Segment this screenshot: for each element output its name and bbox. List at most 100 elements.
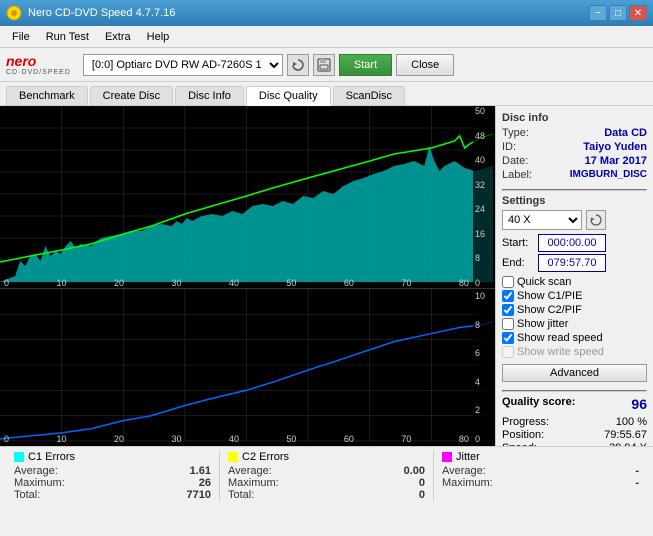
progress-label: Progress: (502, 416, 549, 428)
toolbar: nero CD·DVD/SPEED [0:0] Optiarc DVD RW A… (0, 48, 653, 82)
show-read-speed-checkbox[interactable] (502, 332, 514, 344)
c1-title: C1 Errors (28, 451, 75, 463)
x2-label-70: 70 (401, 434, 411, 444)
x-label-60: 60 (344, 278, 354, 288)
disc-id-label: ID: (502, 141, 516, 153)
show-c2-row: Show C2/PIF (502, 304, 647, 316)
start-button[interactable]: Start (339, 54, 392, 76)
start-time-input[interactable] (538, 234, 606, 252)
bottom-chart-svg (0, 289, 495, 446)
x-label-10: 10 (56, 278, 66, 288)
speed-row: Speed: 39.94 X (502, 442, 647, 446)
settings-title: Settings (502, 195, 647, 207)
menu-file[interactable]: File (4, 29, 38, 45)
y-label-48: 48 (475, 131, 493, 141)
c1-max-label: Maximum: (14, 477, 65, 489)
quick-scan-checkbox[interactable] (502, 276, 514, 288)
show-jitter-label: Show jitter (517, 318, 568, 330)
advanced-button[interactable]: Advanced (502, 364, 647, 382)
y-label-40: 40 (475, 155, 493, 165)
jitter-title: Jitter (456, 451, 480, 463)
show-c1-label: Show C1/PIE (517, 290, 582, 302)
jitter-max-row: Maximum: - (442, 477, 639, 489)
top-chart-svg (0, 106, 495, 288)
disc-date-label: Date: (502, 155, 528, 167)
show-c2-label: Show C2/PIF (517, 304, 582, 316)
chart-area: 50 48 40 32 24 16 8 0 0 10 20 30 40 50 6… (0, 106, 495, 446)
top-chart: 50 48 40 32 24 16 8 0 0 10 20 30 40 50 6… (0, 106, 495, 288)
menu-help[interactable]: Help (139, 29, 178, 45)
drive-select[interactable]: [0:0] Optiarc DVD RW AD-7260S 1.03 (83, 54, 283, 76)
show-read-speed-label: Show read speed (517, 332, 603, 344)
jitter-dot (442, 452, 452, 462)
x2-label-20: 20 (114, 434, 124, 444)
c1-avg-value: 1.61 (190, 465, 211, 477)
show-write-speed-label: Show write speed (517, 346, 604, 358)
c2-total-row: Total: 0 (228, 489, 425, 501)
tab-disc-info[interactable]: Disc Info (175, 86, 244, 105)
tab-benchmark[interactable]: Benchmark (6, 86, 88, 105)
app-icon (6, 5, 22, 21)
c2-avg-value: 0.00 (404, 465, 425, 477)
position-value: 79:55.67 (604, 429, 647, 441)
close-button[interactable]: ✕ (629, 5, 647, 21)
divider2 (502, 390, 647, 392)
x2-label-40: 40 (229, 434, 239, 444)
disc-date-row: Date: 17 Mar 2017 (502, 155, 647, 167)
logo-subtitle: CD·DVD/SPEED (6, 69, 71, 76)
position-label: Position: (502, 429, 544, 441)
c1-errors-group: C1 Errors Average: 1.61 Maximum: 26 Tota… (6, 451, 220, 501)
menu-run-test[interactable]: Run Test (38, 29, 97, 45)
speed-value: 39.94 X (609, 442, 647, 446)
end-time-input[interactable] (538, 254, 606, 272)
tab-scan-disc[interactable]: ScanDisc (333, 86, 405, 105)
c1-avg-row: Average: 1.61 (14, 465, 211, 477)
speed-select[interactable]: 40 X (502, 210, 582, 230)
show-write-speed-checkbox[interactable] (502, 346, 514, 358)
jitter-group: Jitter Average: - Maximum: - (434, 451, 647, 501)
c1-max-value: 26 (199, 477, 211, 489)
c2-header: C2 Errors (228, 451, 425, 463)
bottom-chart: 10 8 6 4 2 0 0 10 20 30 40 50 60 70 80 (0, 288, 495, 446)
show-c1-checkbox[interactable] (502, 290, 514, 302)
jitter-avg-label: Average: (442, 465, 486, 477)
show-read-speed-row: Show read speed (502, 332, 647, 344)
end-time-row: End: (502, 254, 647, 272)
progress-value: 100 % (616, 416, 647, 428)
show-c2-checkbox[interactable] (502, 304, 514, 316)
title-bar: Nero CD-DVD Speed 4.7.7.16 − □ ✕ (0, 0, 653, 26)
c2-dot (228, 452, 238, 462)
maximize-button[interactable]: □ (609, 5, 627, 21)
show-jitter-checkbox[interactable] (502, 318, 514, 330)
minimize-button[interactable]: − (589, 5, 607, 21)
speed-reset-icon[interactable] (586, 210, 606, 230)
tab-disc-quality[interactable]: Disc Quality (246, 86, 331, 106)
c1-avg-label: Average: (14, 465, 58, 477)
c2-avg-label: Average: (228, 465, 272, 477)
menu-extra[interactable]: Extra (97, 29, 139, 45)
c1-max-row: Maximum: 26 (14, 477, 211, 489)
disc-type-label: Type: (502, 127, 529, 139)
disc-type-row: Type: Data CD (502, 127, 647, 139)
save-icon[interactable] (313, 54, 335, 76)
refresh-icon[interactable] (287, 54, 309, 76)
disc-label-value: IMGBURN_DISC (570, 169, 647, 181)
side-panel: Disc info Type: Data CD ID: Taiyo Yuden … (495, 106, 653, 446)
show-c1-row: Show C1/PIE (502, 290, 647, 302)
c2-total-value: 0 (419, 489, 425, 501)
y-label-24: 24 (475, 204, 493, 214)
x-label-0: 0 (4, 278, 9, 288)
disc-info-title: Disc info (502, 112, 647, 124)
jitter-max-label: Maximum: (442, 477, 493, 489)
y2-label-0: 0 (475, 434, 493, 444)
nero-logo: nero CD·DVD/SPEED (6, 53, 71, 76)
position-row: Position: 79:55.67 (502, 429, 647, 441)
disc-label-label: Label: (502, 169, 532, 181)
y-label-32: 32 (475, 180, 493, 190)
quality-score-value: 96 (631, 396, 647, 412)
end-label: End: (502, 257, 534, 269)
c2-errors-group: C2 Errors Average: 0.00 Maximum: 0 Total… (220, 451, 434, 501)
close-btn[interactable]: Close (396, 54, 454, 76)
progress-section: Progress: 100 % Position: 79:55.67 Speed… (502, 416, 647, 446)
tab-create-disc[interactable]: Create Disc (90, 86, 173, 105)
